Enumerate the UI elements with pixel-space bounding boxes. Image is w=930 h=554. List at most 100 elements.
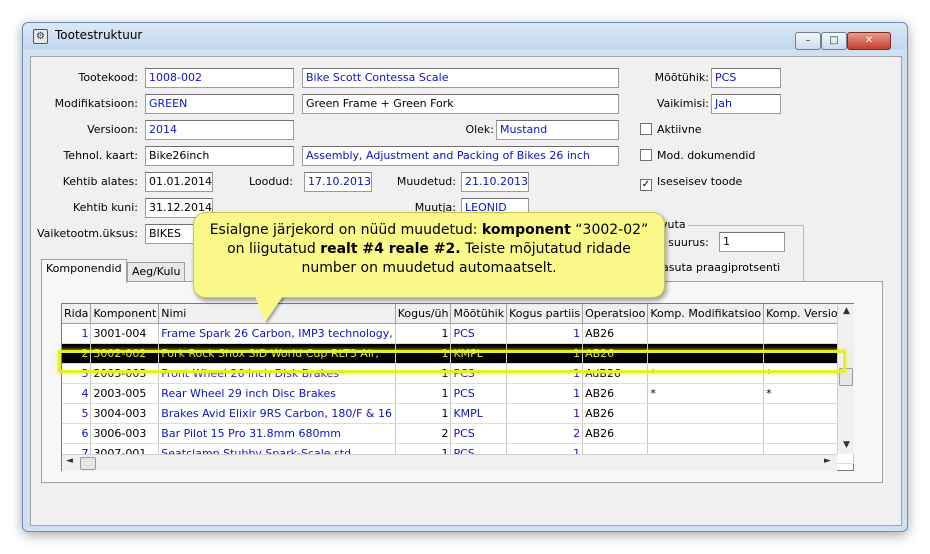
component-code[interactable]: 3006-003 [90, 423, 160, 444]
vaikimisi-field[interactable]: Jah [711, 94, 781, 114]
table-row[interactable]: 3 2003-003 Front Wheel 26 inch Disk Brak… [62, 363, 855, 384]
operation[interactable]: AB26 [582, 343, 649, 364]
kasuta-praagiprotsenti-label[interactable]: Kasuta praagiprotsenti [655, 261, 780, 274]
component-modification[interactable] [647, 323, 765, 344]
unit[interactable]: PCS [450, 383, 508, 404]
quantity[interactable]: 1 [395, 363, 452, 384]
component-modification[interactable] [647, 423, 765, 444]
component-modification[interactable] [647, 403, 765, 424]
table-row[interactable]: 1 3001-004 Frame Spark 26 Carbon, IMP3 t… [62, 323, 855, 344]
unit[interactable]: KMPL [450, 343, 508, 364]
loodud-field[interactable]: 17.10.2013 [304, 172, 372, 192]
vertical-scroll-thumb[interactable] [839, 368, 853, 386]
horizontal-scrollbar[interactable]: ◄ ► [62, 454, 837, 471]
column-header[interactable]: Kogus/üh [395, 304, 452, 324]
batch-quantity[interactable]: 1 [506, 363, 584, 384]
scroll-up-icon[interactable]: ▲ [838, 306, 855, 316]
row-number[interactable]: 3 [62, 363, 92, 384]
component-code[interactable]: 3002-002 [90, 343, 160, 364]
iseseisev-toode-checkbox[interactable]: ✓ Iseseisev toode [640, 175, 742, 191]
horizontal-scroll-thumb[interactable] [80, 457, 96, 470]
table-row[interactable]: 5 3004-003 Brakes Avid Elixir 9RS Carbon… [62, 403, 855, 424]
column-header[interactable]: Operatsioo [582, 304, 649, 324]
checkbox-box[interactable] [640, 123, 652, 135]
muudetud-field[interactable]: 21.10.2013 [461, 172, 529, 192]
component-code[interactable]: 3001-004 [90, 323, 160, 344]
component-name[interactable]: Brakes Avid Elixir 9RS Carbon, 180/F & 1… [158, 403, 396, 424]
component-name[interactable]: Front Wheel 26 inch Disk Brakes [158, 363, 396, 384]
mod-dokumendid-checkbox[interactable]: Mod. dokumendid [640, 149, 755, 162]
minimize-button[interactable]: – [795, 32, 821, 50]
modifikatsioon-field[interactable]: GREEN [145, 94, 294, 114]
column-header[interactable]: Komponent [90, 304, 160, 324]
component-modification[interactable]: * [647, 383, 765, 404]
operation[interactable]: AdB26 [582, 363, 649, 384]
table-row[interactable]: 6 3006-003 Bar Pilot 15 Pro 31.8mm 680mm… [62, 423, 855, 444]
tab-komponendid[interactable]: Komponendid [41, 259, 127, 283]
quantity[interactable]: 2 [395, 423, 452, 444]
scroll-right-icon[interactable]: ► [824, 456, 831, 466]
row-number[interactable]: 4 [62, 383, 92, 404]
scroll-left-icon[interactable]: ◄ [66, 456, 73, 466]
unit[interactable]: PCS [450, 423, 508, 444]
olek-field[interactable]: Mustand [496, 120, 619, 140]
batch-quantity[interactable]: 1 [506, 323, 584, 344]
component-code[interactable]: 2003-003 [90, 363, 160, 384]
component-code[interactable]: 3004-003 [90, 403, 160, 424]
checkbox-box[interactable]: ✓ [640, 179, 652, 191]
component-name[interactable]: Bar Pilot 15 Pro 31.8mm 680mm [158, 423, 396, 444]
operation[interactable]: AB26 [582, 323, 649, 344]
quantity[interactable]: 1 [395, 343, 452, 364]
quantity[interactable]: 1 [395, 403, 452, 424]
row-number[interactable]: 5 [62, 403, 92, 424]
tab-aeg-kulu[interactable]: Aeg/Kulu [127, 262, 186, 282]
column-header[interactable]: Komp. Modifikatsioo [647, 304, 765, 324]
column-header[interactable]: Kogus partiis [506, 304, 584, 324]
batch-quantity[interactable]: 2 [506, 423, 584, 444]
modifikatsioon-desc-field[interactable]: Green Frame + Green Fork [302, 94, 619, 114]
table-row-selected[interactable]: 2 3002-002 Fork Rock Shox SID World Cup … [62, 343, 855, 364]
batch-quantity[interactable]: 1 [506, 343, 584, 364]
product-name-field[interactable]: Bike Scott Contessa Scale [302, 68, 619, 88]
tehnol-field[interactable]: Bike26inch [145, 146, 294, 166]
partii-suurus-field[interactable]: 1 [719, 232, 785, 252]
tootekood-field[interactable]: 1008-002 [145, 68, 294, 88]
row-number[interactable]: 2 [62, 343, 92, 364]
component-modification[interactable]: * [647, 363, 765, 384]
vertical-scrollbar[interactable]: ▲ ▼ [837, 304, 854, 454]
component-name[interactable]: Fork Rock Shox SID World Cup RLT3 Air, [158, 343, 396, 364]
component-name[interactable]: Frame Spark 26 Carbon, IMP3 technology, [158, 323, 396, 344]
operation[interactable]: AB26 [582, 423, 649, 444]
aktiivne-checkbox[interactable]: Aktiivne [640, 123, 702, 136]
component-code[interactable]: 2003-005 [90, 383, 160, 404]
column-header[interactable]: Mõõtühik [450, 304, 508, 324]
unit[interactable]: PCS [450, 323, 508, 344]
muudetud-label: Muudetud: [396, 175, 456, 188]
component-modification[interactable] [647, 343, 765, 364]
unit[interactable]: KMPL [450, 403, 508, 424]
batch-quantity[interactable]: 1 [506, 383, 584, 404]
versioon-field[interactable]: 2014 [145, 120, 294, 140]
operation[interactable]: AB26 [582, 403, 649, 424]
column-header[interactable]: Rida [62, 304, 92, 324]
components-grid[interactable]: Rida Komponent Nimi Kogus/üh Mõõtühik Ko… [61, 303, 855, 471]
component-name[interactable]: Rear Wheel 29 inch Disc Brakes [158, 383, 396, 404]
mod-dokumendid-label: Mod. dokumendid [657, 149, 756, 162]
quantity[interactable]: 1 [395, 383, 452, 404]
checkbox-box[interactable] [640, 149, 652, 161]
maximize-button[interactable]: □ [821, 32, 847, 50]
unit[interactable]: PCS [450, 363, 508, 384]
table-row[interactable]: 4 2003-005 Rear Wheel 29 inch Disc Brake… [62, 383, 855, 404]
quantity[interactable]: 1 [395, 323, 452, 344]
batch-quantity[interactable]: 1 [506, 403, 584, 424]
operation[interactable]: AB26 [582, 383, 649, 404]
scroll-down-icon[interactable]: ▼ [838, 440, 855, 450]
kehtib-alates-field[interactable]: 01.01.2014 [145, 172, 213, 192]
title-bar[interactable]: ⚙ Tootestruktuur – □ ✕ [23, 23, 907, 50]
row-number[interactable]: 6 [62, 423, 92, 444]
app-icon[interactable]: ⚙ [33, 29, 48, 44]
mootuhik-field[interactable]: PCS [711, 68, 781, 88]
close-button[interactable]: ✕ [847, 32, 891, 50]
tehnol-desc-field[interactable]: Assembly, Adjustment and Packing of Bike… [302, 146, 619, 166]
row-number[interactable]: 1 [62, 323, 92, 344]
